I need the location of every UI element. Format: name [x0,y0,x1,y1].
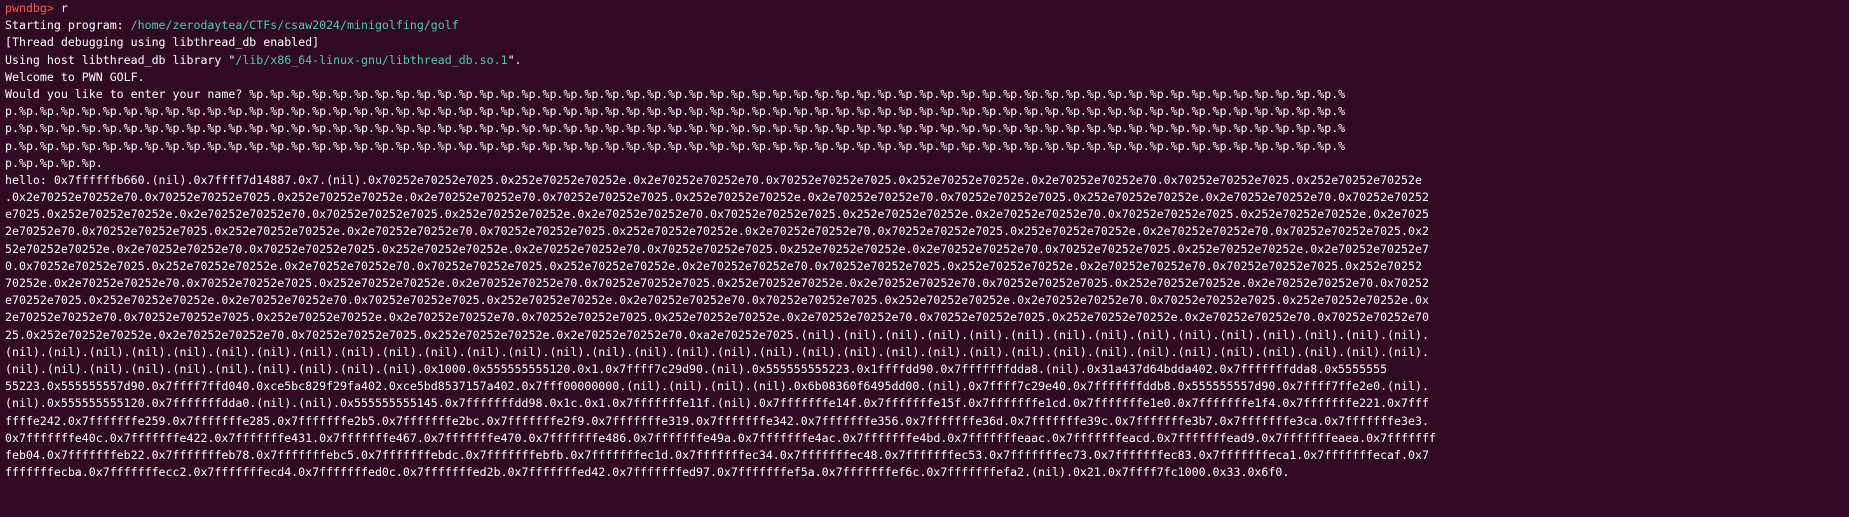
starting-program-line: Starting program: /home/zerodaytea/CTFs/… [5,17,1849,34]
output-line: (nil).0x555555555120.0x7fffffffdda0.(nil… [5,396,1429,411]
input-line: Would you like to enter your name? %p.%p… [5,86,1346,101]
output-line: 52e70252e70252e.0x2e70252e70252e70.0x702… [5,241,1429,256]
command-text: r [53,1,68,15]
pwndbg-prompt: pwndbg> [5,1,54,15]
output-line: fffffffecba.0x7fffffffecc2.0x7fffffffecd… [5,465,1290,480]
command-line: pwndbg> r [5,0,1849,17]
host-lib-suffix: ". [507,52,522,67]
output-line: e7025.0x252e70252e70252e.0x2e70252e70252… [5,207,1429,222]
welcome-line: Welcome to PWN GOLF. [5,69,145,84]
output-line: (nil).(nil).(nil).(nil).(nil).(nil).(nil… [5,361,1388,376]
output-block: hello: 0x7ffffffb660.(nil).0x7ffff7d1488… [5,172,1849,481]
program-path: /home/zerodaytea/CTFs/csaw2024/minigolfi… [130,18,459,33]
host-lib-path: /lib/x86_64-linux-gnu/libthread_db.so.1 [235,52,508,67]
thread-debug-line: [Thread debugging using libthread_db ena… [5,35,320,50]
input-line: p.%p.%p.%p.%p.%p.%p.%p.%p.%p.%p.%p.%p.%p… [5,138,1346,153]
input-line: p.%p.%p.%p.%p.%p.%p.%p.%p.%p.%p.%p.%p.%p… [5,121,1346,136]
host-lib-prefix: Using host libthread_db library " [5,52,236,67]
output-line: 0x7fffffffe40c.0x7fffffffe422.0x7fffffff… [5,430,1436,445]
output-line: 2e70252e70252e70.0x70252e70252e7025.0x25… [5,310,1429,325]
output-line: ffffe242.0x7fffffffe259.0x7fffffffe285.0… [5,413,1429,428]
input-block: Would you like to enter your name? %p.%p… [5,86,1849,172]
output-line: 2e70252e70.0x70252e70252e7025.0x252e7025… [5,224,1429,239]
output-line: 55223.0x555555557d90.0x7ffff7ffd040.0xce… [5,379,1429,394]
output-line: feb04.0x7fffffffeb22.0x7fffffffeb78.0x7f… [5,447,1429,462]
output-line: hello: 0x7ffffffb660.(nil).0x7ffff7d1488… [5,172,1422,187]
starting-program-label: Starting program: [5,18,131,33]
terminal-window[interactable]: pwndbg> r Starting program: /home/zeroda… [0,0,1849,517]
output-line: 25.0x252e70252e70252e.0x2e70252e70252e70… [5,327,1429,342]
host-lib-line: Using host libthread_db library "/lib/x8… [5,52,1849,69]
output-line: e70252e7025.0x252e70252e70252e.0x2e70252… [5,293,1429,308]
output-line: 70252e.0x2e70252e70252e70.0x70252e70252e… [5,276,1429,290]
output-line: 0.0x70252e70252e7025.0x252e70252e70252e.… [5,258,1422,273]
input-line: p.%p.%p.%p.%p. [5,155,103,170]
output-line: .0x2e70252e70252e70.0x70252e70252e7025.0… [5,190,1429,205]
input-line: p.%p.%p.%p.%p.%p.%p.%p.%p.%p.%p.%p.%p.%p… [5,104,1346,119]
output-line: (nil).(nil).(nil).(nil).(nil).(nil).(nil… [5,344,1429,359]
